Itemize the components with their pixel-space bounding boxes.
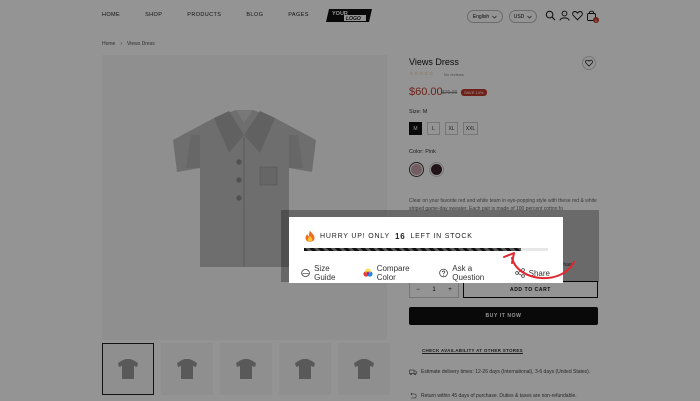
size-guide-link[interactable]: Size Guide <box>301 264 350 282</box>
stock-progress-fill <box>304 248 522 251</box>
fire-icon <box>305 230 315 242</box>
ruler-icon <box>301 269 310 277</box>
annotation-arrow-icon <box>503 252 575 279</box>
stock-count: 16 <box>394 231 406 241</box>
color-wheel-icon <box>363 268 373 277</box>
stock-suffix: LEFT IN STOCK <box>410 232 473 240</box>
question-icon <box>439 268 448 278</box>
stock-message: HURRY UP! ONLY 16 LEFT IN STOCK <box>305 230 473 242</box>
dim-overlay <box>0 0 700 401</box>
compare-color-link[interactable]: Compare Color <box>363 264 426 282</box>
compare-color-label: Compare Color <box>376 264 410 282</box>
stock-prefix: HURRY UP! ONLY <box>320 232 390 240</box>
product-page: HOME SHOP PRODUCTS BLOG PAGES YOUR LOGO … <box>0 0 700 401</box>
size-guide-label: Size Guide <box>314 264 336 282</box>
